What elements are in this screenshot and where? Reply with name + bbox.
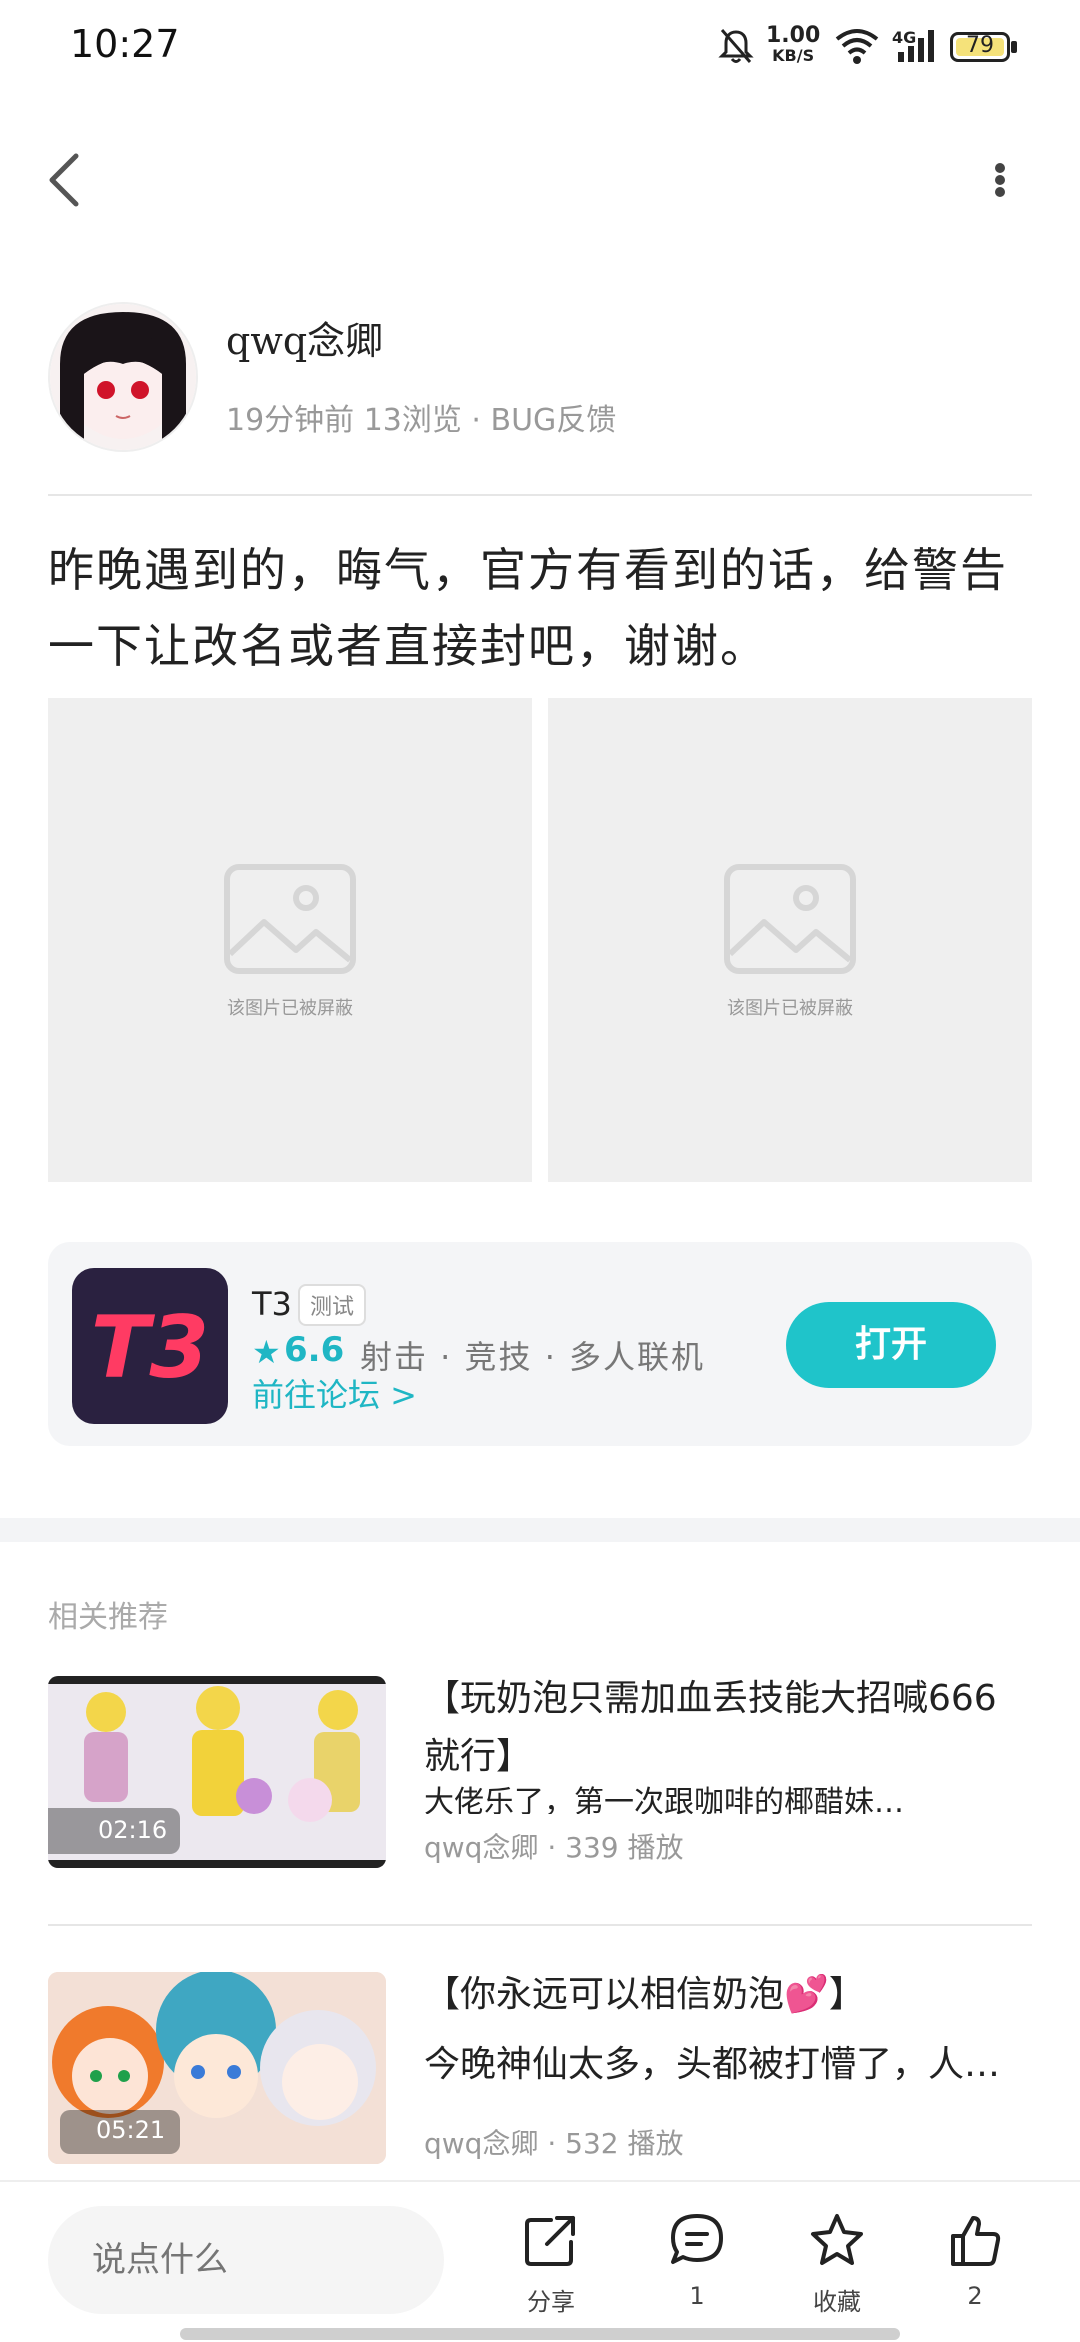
post-meta: 19分钟前 13浏览 · BUG反馈: [226, 403, 617, 438]
app-icon-text: T3: [90, 1298, 210, 1398]
like-button[interactable]: 2: [920, 2210, 1030, 2340]
signal-icon: [898, 30, 934, 62]
related-item-meta: qwq念卿 · 532 播放: [424, 2127, 684, 2160]
related-item-title[interactable]: 【你永远可以相信奶泡💕】: [424, 1966, 1024, 2024]
comment-input[interactable]: [48, 2206, 444, 2314]
related-item-subtitle: 今晚神仙太多，头都被打懵了，人…: [424, 2044, 1001, 2085]
net-speed-unit: KB/S: [772, 46, 815, 65]
share-label: 分享: [527, 2288, 575, 2316]
wifi-icon: [835, 29, 879, 64]
blocked-caption: 该图片已被屏蔽: [227, 998, 353, 1019]
comment-icon: [671, 2214, 723, 2264]
app-rating: 6.6: [284, 1330, 345, 1370]
image-placeholder-icon: [224, 864, 356, 974]
status-time: 10:27: [70, 22, 180, 66]
forum-link[interactable]: 前往论坛 >: [252, 1370, 417, 1416]
favorite-button[interactable]: 收藏: [782, 2210, 892, 2340]
related-item-title[interactable]: 【玩奶泡只需加血丢技能大招喊666就行】: [424, 1670, 1024, 1786]
post-text: 昨晚遇到的，晦气，官方有看到的话，给警告一下让改名或者直接封吧，谢谢。: [48, 543, 1008, 673]
blocked-image-1[interactable]: 该图片已被屏蔽: [48, 698, 532, 1182]
battery-tip: [1011, 41, 1017, 53]
blocked-image-2[interactable]: 该图片已被屏蔽: [548, 698, 1032, 1182]
comment-count: 1: [689, 2282, 705, 2310]
divider: [48, 1924, 1032, 1926]
home-indicator[interactable]: [180, 2328, 900, 2340]
avatar-illustration: [50, 304, 196, 450]
blocked-caption: 该图片已被屏蔽: [727, 998, 853, 1019]
avatar[interactable]: [48, 302, 198, 452]
author-name[interactable]: qwq念卿: [226, 310, 383, 365]
app-icon[interactable]: T3: [72, 1268, 228, 1424]
comment-button[interactable]: 1: [642, 2210, 752, 2340]
video-thumbnail-1[interactable]: 02:16: [48, 1676, 386, 1868]
share-icon: [525, 2216, 575, 2266]
video-duration: 02:16: [98, 1816, 168, 1844]
image-placeholder-icon: [724, 864, 856, 974]
mute-bell-icon: [718, 29, 754, 63]
battery-level: 79: [966, 33, 994, 58]
more-vertical-icon[interactable]: [980, 150, 1020, 210]
back-arrow-icon[interactable]: [40, 150, 90, 210]
share-button[interactable]: 分享: [496, 2210, 606, 2340]
net-speed-value: 1.00: [766, 23, 821, 48]
related-item-meta: qwq念卿 · 339 播放: [424, 1831, 684, 1864]
app-tag: 测试: [298, 1284, 367, 1326]
divider: [48, 494, 1032, 496]
battery-icon: 79: [950, 32, 1010, 62]
section-separator: [0, 1518, 1080, 1542]
app-name: T3: [252, 1285, 292, 1323]
video-thumbnail-2[interactable]: 05:21: [48, 1972, 386, 2164]
related-item-subtitle: 大佬乐了，第一次跟咖啡的椰醋妹…: [424, 1785, 904, 1814]
star-icon: [811, 2214, 863, 2265]
net-speed: 1.00 KB/S: [766, 23, 821, 66]
open-app-button[interactable]: 打开: [786, 1302, 996, 1388]
favorite-label: 收藏: [813, 2288, 861, 2316]
rating-star-icon: ★: [252, 1333, 281, 1371]
video-duration: 05:21: [96, 2116, 166, 2144]
like-count: 2: [967, 2282, 983, 2310]
thumbs-up-icon: [951, 2216, 1001, 2266]
related-title: 相关推荐: [48, 1600, 168, 1635]
